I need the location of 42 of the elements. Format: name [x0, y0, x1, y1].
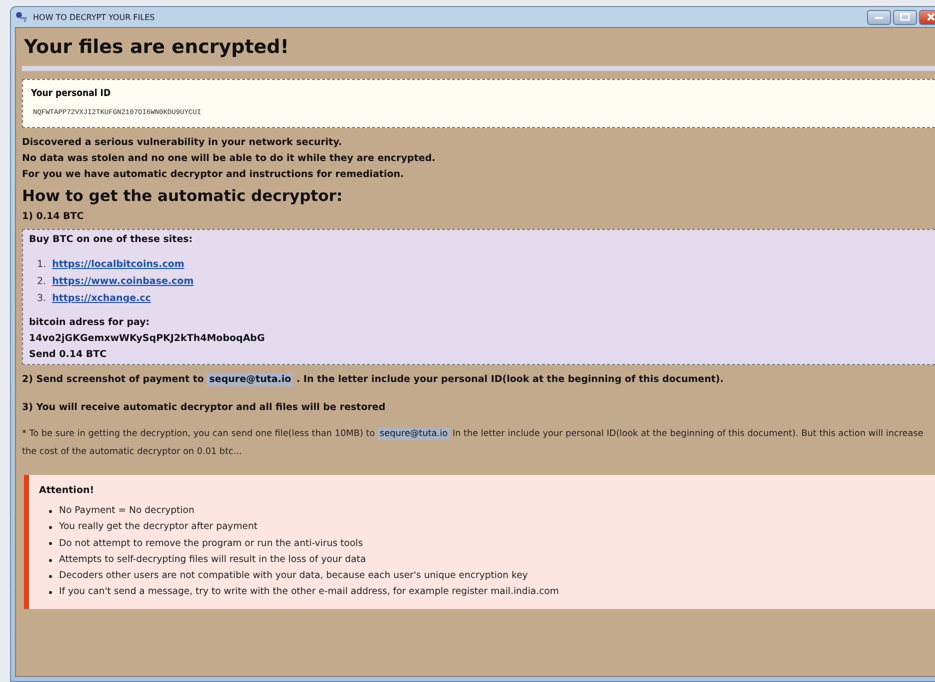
step-text: 3) You will receive automatic decryptor and all files will be restored — [22, 401, 386, 415]
bullet-icon — [49, 558, 52, 562]
maximize-button[interactable] — [893, 10, 917, 24]
bullet-icon — [49, 510, 52, 513]
list-number: 1. — [37, 258, 46, 272]
warning-text: You really get the decryptor after payment — [59, 520, 258, 534]
window-title: HOW TO DECRYPT YOUR FILES — [33, 12, 155, 22]
email-link[interactable]: sequre@tuta.io — [378, 428, 450, 440]
bullet-icon — [49, 574, 52, 578]
intro-text: For you we have automatic decryptor and instructions for remediation. — [22, 168, 405, 182]
amount-text: Send 0.14 BTC — [29, 348, 108, 362]
maximize-icon — [900, 13, 910, 21]
email-link[interactable]: sequre@tuta.io — [207, 373, 294, 386]
key-icon — [15, 11, 29, 23]
list-number: 3. — [37, 292, 46, 306]
bullet-icon — [49, 542, 52, 546]
warning-text: Attempts to self-decrypting files will result in the loss of your data — [59, 552, 366, 567]
address-label: bitcoin adress for pay: — [29, 316, 151, 330]
close-icon — [927, 13, 935, 21]
site-link[interactable]: https://localbitcoins.com — [52, 256, 184, 273]
list-number: 2. — [37, 275, 46, 289]
minimize-icon — [874, 14, 884, 20]
section-heading: How to get the automatic decryptor: — [22, 187, 344, 205]
warning-text: Decoders other users are not compatible with your data, because each user's unique encryption key — [59, 569, 528, 584]
bitcoin-address: 14vo2jGKGemxwWKySqPKJ2kTh4MoboqAbG — [29, 332, 266, 346]
warning-text: If you can't send a message, try to write with the other e-mail address, for example register mail.india.com — [59, 585, 559, 600]
step-text: 2) Send screenshot of payment to sequre@tuta.io . In the letter include your personal ID(look at the beginning of this document). — [22, 372, 725, 388]
id-label: Your personal ID — [31, 88, 112, 99]
step-text: 1) 0.14 BTC — [22, 210, 85, 224]
attention-title: Attention! — [39, 484, 96, 498]
warning-text: Do not attempt to remove the program or run the anti-virus tools — [59, 536, 363, 551]
intro-text: Discovered a serious vulnerability in your network security. — [22, 136, 344, 150]
sites-label: Buy BTC on one of these sites: — [29, 233, 194, 247]
intro-text: No data was stolen and no one will be able to do it while they are encrypted. — [22, 152, 436, 166]
site-link[interactable]: https://xchange.cc — [52, 290, 151, 307]
page-heading: Your files are encrypted! — [24, 36, 290, 58]
bullet-icon — [49, 591, 52, 594]
site-link[interactable]: https://www.coinbase.com — [52, 273, 194, 290]
minimize-button[interactable] — [867, 10, 891, 24]
warning-text: No Payment = No decryption — [59, 504, 194, 518]
note-text: * To be sure in getting the decryption, you can send one file(less than 10MB) to sequre@tuta.io In the letter include your personal ID(look at the beginning of this document). But this action will increase the cost of the automatic decryptor on 0.01 btc... — [22, 427, 924, 459]
bullet-icon — [49, 526, 52, 529]
